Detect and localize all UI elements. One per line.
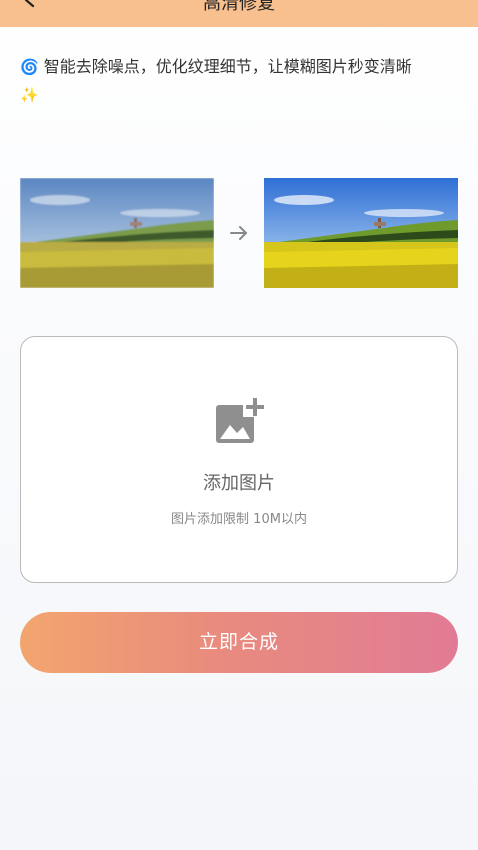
page-title: 高清修复 bbox=[203, 0, 275, 14]
top-app-bar: 高清修复 bbox=[0, 0, 478, 27]
feature-description: 🌀 智能去除噪点，优化纹理细节，让模糊图片秒变清晰 ✨ bbox=[20, 53, 460, 109]
add-photo-icon bbox=[216, 397, 266, 443]
add-image-card[interactable]: 添加图片 图片添加限制 10M以内 bbox=[20, 336, 458, 583]
before-after-comparison bbox=[20, 178, 458, 288]
before-image bbox=[20, 178, 214, 288]
back-arrow-icon[interactable] bbox=[22, 0, 38, 8]
synthesize-button[interactable]: 立即合成 bbox=[20, 612, 458, 673]
size-limit-hint: 图片添加限制 10M以内 bbox=[171, 512, 307, 527]
after-image bbox=[264, 178, 458, 288]
description-text: 智能去除噪点，优化纹理细节，让模糊图片秒变清晰 bbox=[43, 57, 412, 76]
sparkles-emoji-icon: ✨ bbox=[20, 86, 39, 104]
add-image-label: 添加图片 bbox=[203, 473, 275, 494]
arrow-right-icon bbox=[230, 226, 247, 240]
cyclone-emoji-icon: 🌀 bbox=[20, 58, 39, 76]
